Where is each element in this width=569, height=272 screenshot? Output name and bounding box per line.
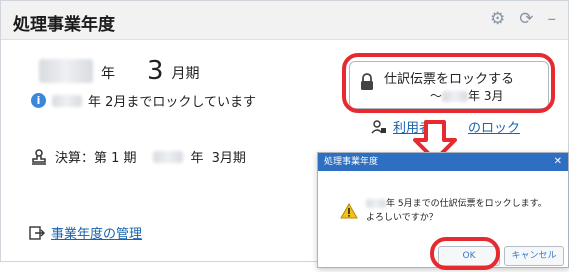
redacted-year [152, 150, 183, 163]
settlement-year-unit: 年 [190, 151, 204, 166]
redacted-year [39, 59, 93, 83]
panel-header: 処理事業年度 ⚙ ⟳ – [1, 1, 568, 40]
highlight-circle-lock-button [342, 53, 555, 113]
warning-icon [340, 203, 358, 219]
dialog-title: 処理事業年度 [324, 157, 379, 167]
settlement-label: 決算：第 1 期 [55, 151, 137, 166]
user-lock-text-2[interactable]: のロック [468, 117, 520, 136]
manage-fiscal-year-link[interactable]: 事業年度の管理 [29, 223, 142, 242]
stamp-icon [32, 148, 46, 165]
refresh-icon[interactable]: ⟳ [519, 9, 533, 29]
highlight-circle-ok-button [430, 237, 500, 270]
user-lock-icon [371, 119, 386, 133]
cancel-button[interactable]: キャンセル [504, 246, 564, 266]
current-fiscal-year: 年 3 月期 [39, 56, 200, 86]
dialog-message: 年 5月までの仕訳伝票をロックします。 よろしいですか？ [366, 199, 547, 223]
redacted-year [52, 94, 82, 107]
dialog-titlebar: 処理事業年度 ✕ [318, 153, 568, 171]
exit-icon [29, 225, 45, 240]
settlement-month: 3月期 [211, 151, 246, 166]
minimize-icon[interactable]: – [548, 9, 557, 29]
redacted-year [366, 199, 386, 208]
lock-note-text: 年 2月までロックしています [88, 95, 257, 110]
panel-title: 処理事業年度 [13, 15, 115, 35]
close-icon[interactable]: ✕ [554, 153, 562, 171]
header-icons: ⚙ ⟳ – [490, 9, 556, 29]
info-icon: i [31, 93, 46, 108]
manage-link-text[interactable]: 事業年度の管理 [51, 223, 142, 242]
lock-status: i 年 2月までロックしています [31, 91, 256, 110]
year-unit: 年 [101, 66, 115, 82]
gear-icon[interactable]: ⚙ [490, 9, 505, 29]
month-unit: 月期 [171, 66, 200, 82]
month-value: 3 [147, 56, 164, 86]
settlement-info: 決算：第 1 期 年 3月期 [31, 147, 246, 166]
